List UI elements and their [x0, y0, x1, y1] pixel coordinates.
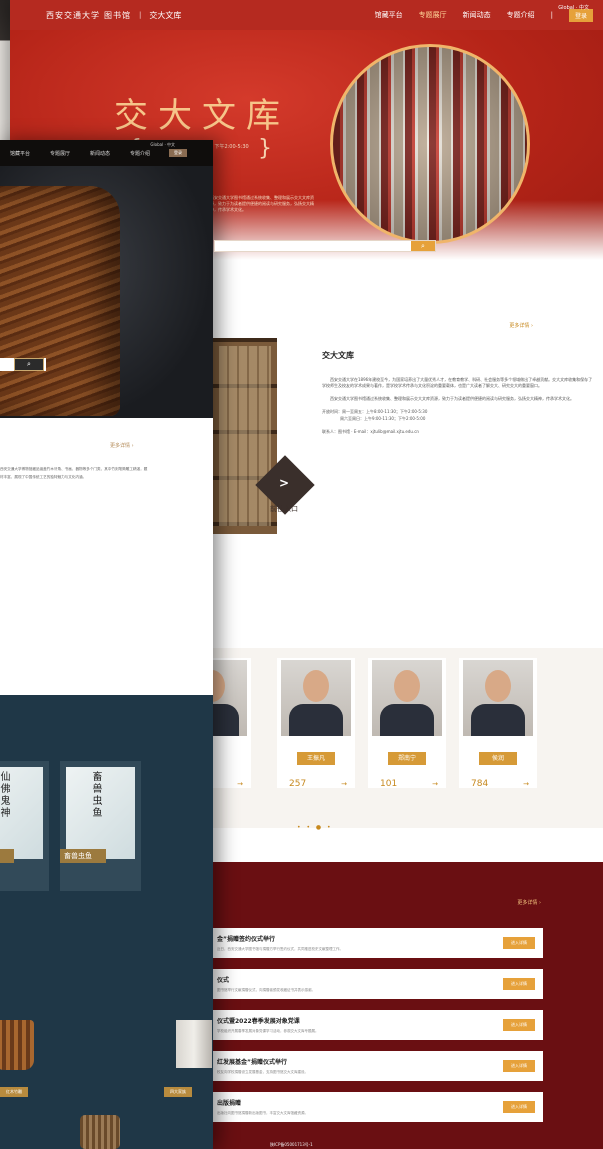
expert-card[interactable]: 郑南宁 101 → [368, 658, 446, 789]
library-header: 西安交通大学 图书馆 | 交大文库 馆藏平台 专题展厅 新闻动态 专题介绍 | 登… [10, 0, 603, 30]
nav-news[interactable]: 新闻动态 [90, 150, 110, 157]
artifact-tag[interactable]: 四大家族 [164, 1087, 192, 1097]
category-card[interactable]: 畜兽虫鱼 畜兽虫鱼 [60, 761, 141, 891]
category-label: 畜兽虫鱼 [60, 849, 106, 863]
news-desc: 校友向学校捐赠设立发展基金，支持图书馆交大文库建设。 [217, 1070, 308, 1074]
expert-name: 侯润 [479, 752, 517, 765]
site-title: 交大文库 [149, 10, 182, 20]
arrow-right-icon[interactable]: → [341, 780, 347, 788]
expert-count: 101 [380, 779, 398, 789]
search-button[interactable]: ⌕ [411, 241, 435, 251]
nav-exhibition[interactable]: 专题展厅 [50, 150, 70, 157]
nav-news[interactable]: 新闻动态 [463, 10, 491, 20]
language-switch[interactable]: Global · 中文 [558, 4, 589, 11]
arrow-right-icon[interactable]: → [237, 780, 243, 788]
news-title: 出版捐赠 [217, 1100, 242, 1107]
login-button[interactable]: 登录 [169, 149, 187, 157]
opening-hours: 开放时间：周一至周五：上午8:00-11:30；下午2:00-5:30 周六至周… [322, 408, 428, 434]
arrow-right-icon[interactable]: → [432, 780, 438, 788]
news-desc: 出版社向图书馆捐赠新出版图书，丰富交大文库馆藏资源。 [217, 1111, 308, 1115]
expert-photo [463, 660, 533, 736]
nav-separator: | [550, 11, 553, 19]
news-more-link[interactable]: 更多详情 › [517, 899, 541, 906]
news-item[interactable]: 红发展基金”捐赠仪式举行 校友向学校捐赠设立发展基金，支持图书馆交大文库建设。 … [213, 1051, 543, 1081]
expert-count: 257 [289, 779, 307, 789]
expert-carousel: → 王振凡 257 → 郑南宁 101 → 侯润 784 → [173, 648, 603, 828]
category-vertical-title: 仙佛鬼神 [0, 771, 9, 819]
intro-section: 交大文库 西安交通大学在1896年建校至今，为国家培养出了大量优秀人才，在教育教… [322, 350, 594, 435]
category-vertical-title: 畜兽虫鱼 [90, 771, 101, 819]
nav-collection[interactable]: 馆藏平台 [375, 10, 403, 20]
artifact-photo[interactable] [0, 1020, 34, 1070]
enter-button[interactable]: > 前往入口 [254, 455, 315, 518]
hero-title: 交大文库 [114, 96, 290, 136]
footer-icp: 陕ICP备05001713号-1 [270, 1142, 313, 1147]
category-section: 仙佛鬼神 鬼神 畜兽虫鱼 畜兽虫鱼 红木竹雕 四大家族 [0, 695, 213, 1149]
library-logo[interactable]: 西安交通大学 图书馆 [46, 10, 131, 21]
news-title: 仪式 [217, 977, 230, 984]
intro-paragraph-1: 西安交通大学在1896年建校至今，为国家培养出了大量优秀人才，在教育教学、科研、… [322, 377, 593, 389]
search-input[interactable]: ⌕ [214, 240, 436, 252]
search-button[interactable]: ⌕ [14, 358, 44, 371]
bracket-right-icon: } [258, 136, 272, 161]
arrow-right-icon[interactable]: → [523, 780, 529, 788]
news-item[interactable]: 仪式 图书馆举行文献捐赠仪式，向捐赠者颁发收藏证书并表示感谢。 进入详情 [213, 969, 543, 999]
museum-hero: ⌕ [0, 166, 213, 418]
museum-description: 西安交通大学博物馆藏品涵盖竹木牙角、书画、器物等多个门类，其中竹刻笔筒雕工精湛，… [0, 467, 148, 479]
arrow-right-icon: > [278, 476, 290, 490]
expert-card[interactable]: 王振凡 257 → [277, 658, 355, 789]
news-desc: 近日，西安交通大学图书馆与捐赠方举行签约仪式，共同推进校史文献整理工作。 [217, 947, 343, 951]
nav-collection[interactable]: 馆藏平台 [10, 150, 30, 157]
news-detail-button[interactable]: 进入详情 [503, 1019, 535, 1031]
language-switch[interactable]: Global · 中文 [150, 142, 175, 148]
news-title: 金”捐赠签约仪式举行 [217, 936, 275, 943]
expert-photo [281, 660, 351, 736]
news-section: 更多详情 › 金”捐赠签约仪式举行 近日，西安交通大学图书馆与捐赠方举行签约仪式… [213, 862, 603, 1149]
news-item[interactable]: 出版捐赠 出版社向图书馆捐赠新出版图书，丰富交大文库馆藏资源。 进入详情 [213, 1092, 543, 1122]
museum-more-link[interactable]: 更多详情 › [110, 442, 134, 449]
artifact-photo[interactable] [80, 1115, 120, 1149]
enter-label: 前往入口 [270, 505, 298, 513]
carousel-dots[interactable]: • • ● • [297, 824, 333, 831]
nav-intro[interactable]: 专题介绍 [130, 150, 150, 157]
bookshelf-photo [330, 44, 530, 244]
expert-card[interactable]: 侯润 784 → [459, 658, 537, 789]
category-label: 鬼神 [0, 849, 14, 863]
news-desc: 图书馆举行文献捐赠仪式，向捐赠者颁发收藏证书并表示感谢。 [217, 988, 315, 992]
news-item[interactable]: 金”捐赠签约仪式举行 近日，西安交通大学图书馆与捐赠方举行签约仪式，共同推进校史… [213, 928, 543, 958]
artifact-photo[interactable] [176, 1020, 212, 1068]
intro-more-link[interactable]: 更多详情 › [509, 322, 533, 329]
hero-description: 西安交通大学图书馆通过系统收集、整理和展示交大文库资源，致力于为读者提供便捷的阅… [210, 195, 314, 212]
screenshot-stage: 西安交通大学 图书馆 | 交大文库 馆藏平台 专题展厅 新闻动态 专题介绍 | 登… [0, 0, 603, 1149]
expert-name: 王振凡 [297, 752, 335, 765]
header-separator: | [139, 11, 142, 19]
carved-brush-pot-photo [0, 186, 120, 416]
intro-title: 交大文库 [322, 351, 354, 360]
nav-intro[interactable]: 专题介绍 [507, 10, 535, 20]
category-card[interactable]: 仙佛鬼神 鬼神 [0, 761, 49, 891]
expert-name: 郑南宁 [388, 752, 426, 765]
news-detail-button[interactable]: 进入详情 [503, 978, 535, 990]
artifact-tag[interactable]: 红木竹雕 [0, 1087, 28, 1097]
expert-count: 784 [471, 779, 489, 789]
news-detail-button[interactable]: 进入详情 [503, 1060, 535, 1072]
news-detail-button[interactable]: 进入详情 [503, 937, 535, 949]
news-detail-button[interactable]: 进入详情 [503, 1101, 535, 1113]
news-desc: 学校组织开展春季发展对象党课学习活动，参观交大文库专题展。 [217, 1029, 319, 1033]
intro-paragraph-2: 西安交通大学图书馆通过系统收集、整理和展示交大文库资源，致力于为读者提供便捷的阅… [330, 395, 574, 401]
expert-photo [372, 660, 442, 736]
museum-page: 馆藏平台 专题展厅 新闻动态 专题介绍 Global · 中文 登录 ⌕ 更多详… [0, 140, 213, 1149]
news-title: 仪式暨2022春季发展对象党课 [217, 1018, 300, 1025]
news-title: 红发展基金”捐赠仪式举行 [217, 1059, 287, 1066]
news-item[interactable]: 仪式暨2022春季发展对象党课 学校组织开展春季发展对象党课学习活动，参观交大文… [213, 1010, 543, 1040]
nav-exhibition[interactable]: 专题展厅 [419, 10, 447, 20]
